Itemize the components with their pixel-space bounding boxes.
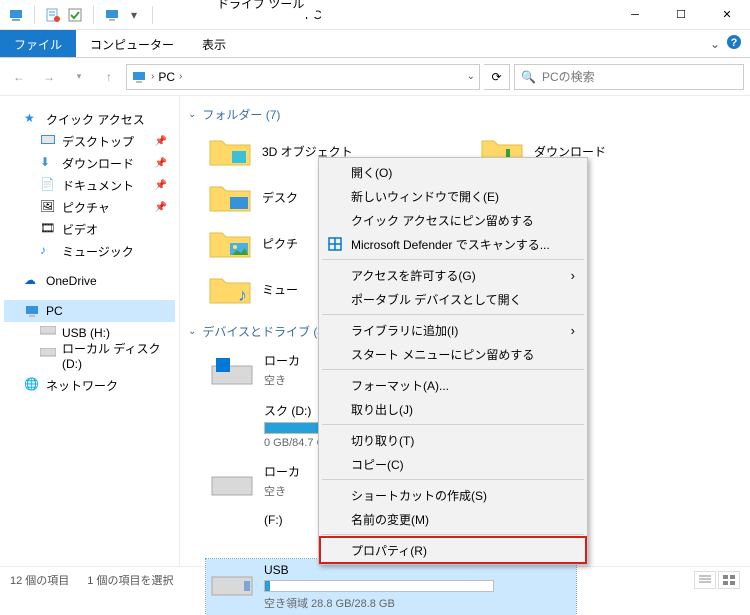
drive-icon [210,563,254,599]
ctx-pin-start[interactable]: スタート メニューにピン留めする [321,342,585,366]
ctx-open-portable[interactable]: ポータブル デバイスとして開く [321,287,585,311]
pc-icon [104,7,120,23]
search-input[interactable]: 🔍 PCの検索 [514,64,744,90]
address-location[interactable]: PC [158,70,175,84]
folder-icon [208,133,252,169]
ctx-format[interactable]: フォーマット(A)... [321,373,585,397]
ctx-defender-scan[interactable]: Microsoft Defender でスキャンする... [321,232,585,256]
sidebar-desktop[interactable]: デスクトップ 📌 [4,130,175,152]
tab-file[interactable]: ファイル [0,30,76,57]
sidebar-pc[interactable]: PC [4,300,175,322]
nav-back-button[interactable]: ← [6,64,32,90]
ctx-open-new-window[interactable]: 新しいウィンドウで開く(E) [321,184,585,208]
music-icon: ♪ [40,243,56,259]
pin-icon: 📌 [155,202,167,213]
sidebar-videos[interactable]: 🎞ビデオ [4,218,175,240]
address-dropdown-icon[interactable]: ⌄ [467,71,475,82]
ctx-pin-quick-access[interactable]: クイック アクセスにピン留めする [321,208,585,232]
sidebar-pictures[interactable]: 🖼ピクチャ 📌 [4,196,175,218]
context-menu: 開く(O) 新しいウィンドウで開く(E) クイック アクセスにピン留めする Mi… [318,157,588,565]
pc-icon [24,303,40,319]
sidebar-downloads[interactable]: ⬇ダウンロード 📌 [4,152,175,174]
minimize-button[interactable]: ─ [612,0,658,30]
sidebar-documents[interactable]: 📄ドキュメント 📌 [4,174,175,196]
shield-icon [327,236,343,252]
drive-icon [210,463,254,499]
ctx-open[interactable]: 開く(O) [321,160,585,184]
search-placeholder: PCの検索 [542,68,595,85]
ctx-eject[interactable]: 取り出し(J) [321,397,585,421]
document-icon: 📄 [40,177,56,193]
nav-forward-button[interactable]: → [36,64,62,90]
network-icon: 🌐 [24,377,40,393]
pin-icon: 📌 [155,180,167,191]
sidebar-music[interactable]: ♪ミュージック [4,240,175,262]
chevron-down-icon: ⌄ [188,109,196,120]
ctx-copy[interactable]: コピー(C) [321,452,585,476]
tab-drive-tools[interactable]: ドライブ ツール [205,0,316,17]
sidebar-local-disk-d[interactable]: ローカル ディスク (D:) [4,344,175,366]
ctx-cut[interactable]: 切り取り(T) [321,428,585,452]
ctx-properties[interactable]: プロパティ(R) [321,538,585,562]
svg-text:?: ? [731,37,738,49]
qat-properties-icon[interactable] [45,7,61,23]
pin-icon: 📌 [155,158,167,169]
system-icon [8,7,24,23]
folder-icon: ♪ [208,271,252,307]
chevron-right-icon[interactable]: › [179,71,182,82]
download-icon: ⬇ [40,155,56,171]
qat-dropdown-icon[interactable]: ▾ [126,7,142,23]
ctx-rename[interactable]: 名前の変更(M) [321,507,585,531]
folder-icon [208,225,252,261]
status-selected-count: 1 個の項目を選択 [87,572,173,588]
onedrive-icon: ☁ [24,273,40,289]
ctx-include-library[interactable]: ライブラリに追加(I) [321,318,585,342]
status-item-count: 12 個の項目 [10,572,69,588]
chevron-right-icon[interactable]: › [151,71,154,82]
folders-section-header[interactable]: ⌄ フォルダー (7) [188,106,742,123]
address-pc-icon [131,69,147,85]
chevron-down-icon: ⌄ [188,326,196,337]
ribbon-expand-icon[interactable]: ⌄ [710,37,720,51]
sidebar-network[interactable]: 🌐ネットワーク [4,374,175,396]
svg-text:♪: ♪ [238,285,247,305]
pin-icon: 📌 [155,136,167,147]
tab-view[interactable]: 表示 [188,30,240,57]
qat-checkbox-icon[interactable] [67,7,83,23]
desktop-icon [40,133,56,149]
drive-usb-h[interactable]: USB 空き領域 28.8 GB/28.8 GB [206,559,576,615]
tab-computer[interactable]: コンピューター [76,30,188,57]
drive-icon [40,347,56,363]
refresh-button[interactable]: ⟳ [484,64,510,90]
close-button[interactable]: ✕ [704,0,750,30]
search-icon: 🔍 [521,70,536,84]
nav-recent-dropdown[interactable]: ▾ [66,64,92,90]
maximize-button[interactable]: ☐ [658,0,704,30]
nav-up-button[interactable]: ↑ [96,64,122,90]
drive-icon [210,352,254,388]
picture-icon: 🖼 [40,199,56,215]
sidebar-quick-access[interactable]: ★ クイック アクセス [4,108,175,130]
drive-icon [40,325,56,341]
video-icon: 🎞 [40,221,56,237]
drive-usage-bar [264,580,494,592]
help-icon[interactable]: ? [726,34,742,53]
address-bar[interactable]: › PC › ⌄ [126,64,480,90]
folder-icon [208,179,252,215]
ctx-create-shortcut[interactable]: ショートカットの作成(S) [321,483,585,507]
sidebar-onedrive[interactable]: ☁OneDrive [4,270,175,292]
ctx-grant-access[interactable]: アクセスを許可する(G) [321,263,585,287]
star-icon: ★ [24,111,40,127]
